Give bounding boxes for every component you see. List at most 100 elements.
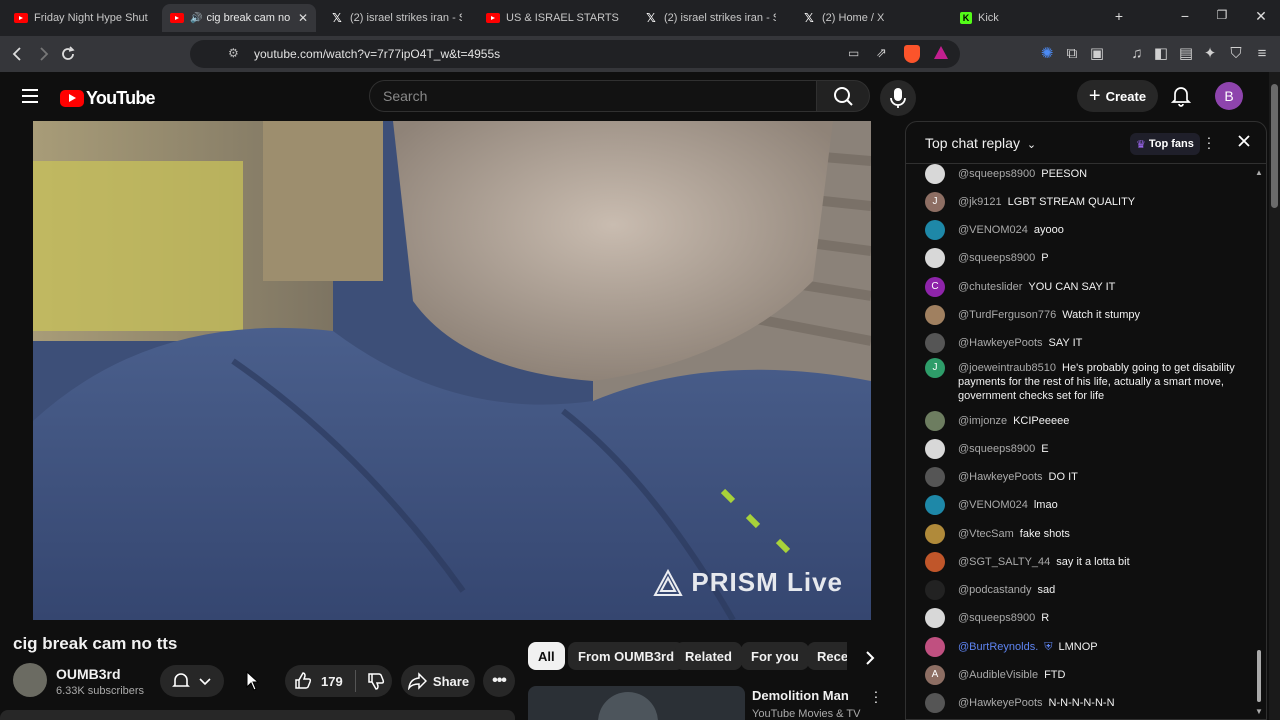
chat-message[interactable]: @squeeps8900 PEESON [925, 164, 1245, 184]
recommended-channel[interactable]: YouTube Movies & TV [752, 708, 860, 720]
brave-rewards-icon[interactable] [934, 46, 948, 59]
leo-ai-icon[interactable]: ✦ [1200, 44, 1220, 64]
chat-author-name[interactable]: @chuteslider [958, 281, 1022, 293]
chat-message[interactable]: @SGT_SALTY_44 say it a lotta bit [925, 552, 1245, 572]
chat-author-name[interactable]: @squeeps8900 [958, 612, 1035, 624]
window-close-icon[interactable]: ✕ [1251, 8, 1271, 25]
media-control-icon[interactable]: ♫ [1127, 44, 1147, 64]
chat-message[interactable]: @imjonze KCIPeeeee [925, 411, 1245, 431]
search-input[interactable] [383, 88, 783, 104]
chat-message[interactable]: @TurdFerguson776 Watch it stumpy [925, 305, 1245, 325]
chat-author-avatar[interactable] [925, 693, 945, 713]
chip-all[interactable]: All [528, 642, 565, 670]
account-avatar[interactable]: B [1215, 82, 1243, 110]
chat-author-name[interactable]: @imjonze [958, 415, 1007, 427]
voice-search-button[interactable] [880, 80, 916, 116]
chat-author-avatar[interactable] [925, 524, 945, 544]
dislike-button[interactable] [366, 671, 386, 691]
maximize-icon[interactable]: ❐ [1212, 8, 1232, 22]
chat-author-avatar[interactable] [925, 220, 945, 240]
chat-message[interactable]: @BurtReynolds. ⛨ LMNOP [925, 637, 1245, 657]
chat-message[interactable]: @VtecSam fake shots [925, 524, 1245, 544]
chat-message[interactable]: @squeeps8900 E [925, 439, 1245, 459]
create-button[interactable]: + Create [1077, 80, 1158, 112]
chat-author-avatar[interactable] [925, 552, 945, 572]
browser-menu-icon[interactable]: ≡ [1252, 44, 1272, 64]
chat-author-name[interactable]: @HawkeyePoots [958, 337, 1043, 349]
chat-author-name[interactable]: @SGT_SALTY_44 [958, 556, 1050, 568]
tab-6[interactable]: K Kick [952, 4, 1102, 32]
chat-message[interactable]: J @jk9121 LGBT STREAM QUALITY [925, 192, 1245, 212]
chat-author-avatar[interactable] [925, 439, 945, 459]
site-settings-icon[interactable]: ⚙ [228, 46, 239, 60]
chat-author-avatar[interactable] [925, 580, 945, 600]
chat-close-icon[interactable] [1236, 133, 1252, 149]
tab-2[interactable]: 𝕏 (2) israel strikes iran - Sear [322, 4, 470, 32]
chips-next-chevron-icon[interactable] [862, 648, 878, 668]
channel-name[interactable]: OUMB3rd [56, 666, 121, 682]
chat-author-name[interactable]: @HawkeyePoots [958, 471, 1043, 483]
chat-message[interactable]: @VENOM024 ayooo [925, 220, 1245, 240]
notifications-bell-icon[interactable] [1171, 85, 1191, 107]
chat-message[interactable]: @squeeps8900 R [925, 608, 1245, 628]
share-button[interactable]: Share [401, 665, 475, 697]
tab-1-active[interactable]: 🔊 cig break cam no tts ✕ [162, 4, 316, 32]
chat-author-avatar[interactable] [925, 411, 945, 431]
reload-icon[interactable] [58, 44, 78, 64]
subscribed-notifications-button[interactable] [160, 665, 224, 697]
tab-4[interactable]: 𝕏 (2) israel strikes iran - Sear [636, 4, 784, 32]
chat-author-avatar[interactable] [925, 495, 945, 515]
channel-avatar[interactable] [13, 663, 47, 697]
search-button[interactable] [816, 80, 870, 112]
chat-message[interactable]: @HawkeyePoots SAY IT [925, 333, 1245, 353]
chat-author-name[interactable]: @TurdFerguson776 [958, 309, 1056, 321]
more-actions-button[interactable]: ••• [483, 665, 515, 697]
chat-message[interactable]: C @chuteslider YOU CAN SAY IT [925, 277, 1245, 297]
chat-author-name[interactable]: @VtecSam [958, 528, 1014, 540]
hamburger-menu-icon[interactable] [20, 86, 40, 106]
brave-shields-icon[interactable] [904, 45, 920, 63]
chat-author-avatar[interactable]: A [925, 665, 945, 685]
sidebar-icon[interactable]: ◧ [1151, 44, 1171, 64]
chat-author-avatar[interactable] [925, 467, 945, 487]
chat-author-name[interactable]: @VENOM024 [958, 499, 1028, 511]
chip-related[interactable]: Related [675, 642, 742, 670]
chat-author-name[interactable]: @VENOM024 [958, 224, 1028, 236]
chat-author-name[interactable]: @joeweintraub8510 [958, 362, 1056, 374]
chat-message[interactable]: @VENOM024 lmao [925, 495, 1245, 515]
chat-author-name[interactable]: @BurtReynolds. [958, 641, 1038, 653]
chat-author-avatar[interactable]: J [925, 192, 945, 212]
chat-message[interactable]: J @joeweintraub8510 He's probably going to… [925, 358, 1245, 403]
description-box[interactable] [0, 710, 515, 720]
tab-0[interactable]: Friday Night Hype Shut up [6, 4, 158, 32]
recommended-more-icon[interactable]: · · · [873, 684, 879, 708]
extension-blue-icon[interactable]: ✺ [1037, 44, 1057, 64]
chat-author-name[interactable]: @jk9121 [958, 196, 1002, 208]
cast-icon[interactable]: ▭ [848, 46, 859, 60]
chat-author-avatar[interactable] [925, 164, 945, 184]
chat-more-icon[interactable]: · · · [1206, 130, 1212, 154]
page-scrollbar-thumb[interactable] [1271, 84, 1278, 208]
chat-author-avatar[interactable]: C [925, 277, 945, 297]
chat-message[interactable]: @HawkeyePoots DO IT [925, 467, 1245, 487]
tab-close-icon[interactable]: ✕ [298, 11, 308, 25]
chip-for-you[interactable]: For you [741, 642, 809, 670]
chat-message[interactable]: @podcastandy sad [925, 580, 1245, 600]
chat-author-avatar[interactable] [925, 305, 945, 325]
extensions-puzzle-icon[interactable]: ⧉ [1062, 44, 1082, 64]
youtube-logo[interactable]: YouTube [60, 88, 156, 109]
chat-author-avatar[interactable] [925, 637, 945, 657]
chat-author-name[interactable]: @HawkeyePoots [958, 697, 1043, 709]
chat-message[interactable]: @HawkeyePoots N-N-N-N-N-N [925, 693, 1245, 713]
chat-author-avatar[interactable] [925, 333, 945, 353]
chat-author-name[interactable]: @AudibleVisible [958, 669, 1038, 681]
share-page-icon[interactable]: ⇗ [876, 45, 887, 61]
wallet-icon[interactable]: ▤ [1176, 44, 1196, 64]
tab-5[interactable]: 𝕏 (2) Home / X [794, 4, 944, 32]
chat-message[interactable]: A @AudibleVisible FTD [925, 665, 1245, 685]
chat-author-name[interactable]: @squeeps8900 [958, 168, 1035, 180]
recommended-title[interactable]: Demolition Man [752, 688, 849, 703]
forward-icon[interactable] [33, 44, 53, 64]
chat-scroll-up-icon[interactable]: ▲ [1255, 168, 1263, 177]
chat-author-avatar[interactable]: J [925, 358, 945, 378]
